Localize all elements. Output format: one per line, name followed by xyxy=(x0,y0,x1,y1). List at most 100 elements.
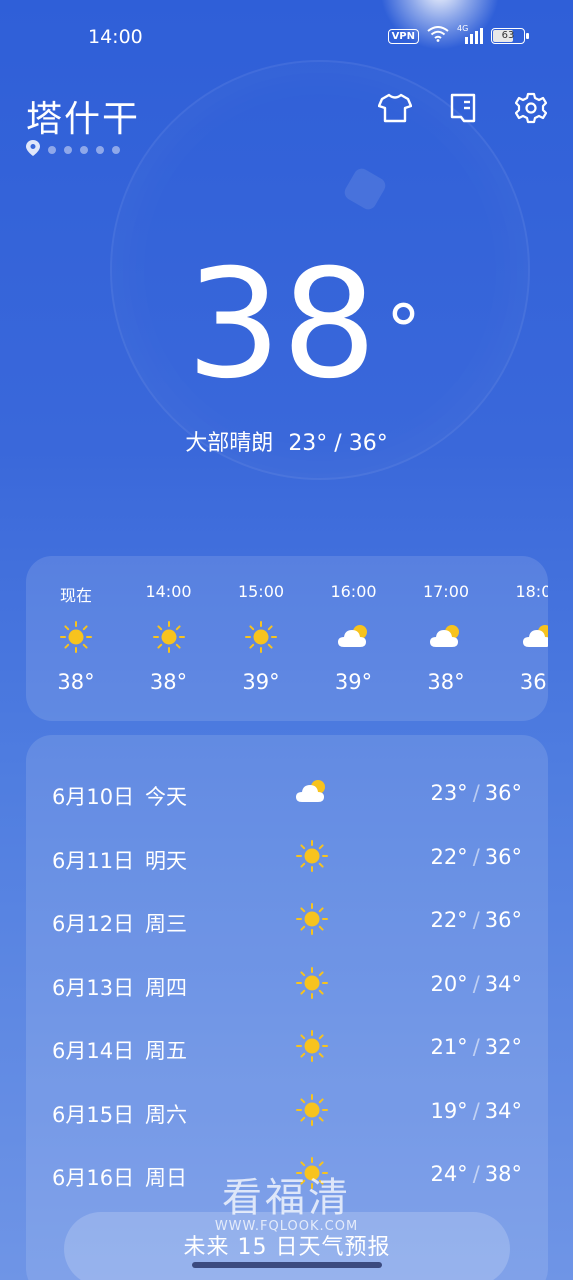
day-low: 23° xyxy=(430,781,468,805)
day-high: 34° xyxy=(484,971,522,996)
day-high: 36° xyxy=(484,908,522,932)
partly-cloudy-icon xyxy=(336,620,372,654)
status-time: 14:00 xyxy=(88,26,143,48)
day-low: 20° xyxy=(430,971,468,996)
temp-separator: / xyxy=(472,971,480,996)
status-bar: 14:00 VPN 4G 63 xyxy=(0,0,573,72)
day-name: 明天 xyxy=(145,848,187,873)
network-label: 4G xyxy=(457,24,469,33)
daily-row[interactable]: 6月12日 周三 22°/36° xyxy=(26,902,548,942)
daily-row[interactable]: 6月13日 周四 20°/34° xyxy=(26,966,548,1006)
day-date: 6月15日 xyxy=(52,1102,135,1127)
hour-label: 18:00 xyxy=(515,582,548,601)
hour-temp: 39° xyxy=(334,670,373,694)
day-temp-range: 20°/34° xyxy=(430,972,522,996)
temp-separator: / xyxy=(472,908,480,932)
sun-icon xyxy=(151,620,187,654)
sun-icon xyxy=(294,1093,330,1127)
city-name[interactable]: 塔什干 xyxy=(26,90,140,142)
day-high: 36° xyxy=(484,781,522,805)
day-name: 周五 xyxy=(145,1039,187,1063)
day-name: 周三 xyxy=(145,912,187,936)
battery-icon: 63 xyxy=(491,28,529,44)
header-actions xyxy=(375,90,551,130)
daily-row[interactable]: 6月11日 明天 22°/36° xyxy=(26,839,548,879)
sun-icon xyxy=(58,620,94,654)
gear-icon xyxy=(514,92,548,128)
partly-cloudy-icon xyxy=(521,620,548,654)
day-high: 34° xyxy=(484,1098,522,1123)
page-dot xyxy=(48,146,56,154)
notes-button[interactable] xyxy=(443,90,483,130)
degree-symbol: ° xyxy=(385,290,421,372)
day-low: 22° xyxy=(430,844,468,869)
day-date: 6月11日 xyxy=(52,848,135,873)
day-temp-range: 21°/32° xyxy=(430,1035,522,1059)
daily-row[interactable]: 6月10日 今天 23°/36° xyxy=(26,775,548,815)
hour-temp: 38° xyxy=(149,670,188,694)
temperature-value: 38 ° xyxy=(186,250,421,400)
dressing-index-button[interactable] xyxy=(375,90,415,130)
day-temp-range: 23°/36° xyxy=(430,781,522,805)
day-low: 22° xyxy=(430,908,468,932)
current-condition: 大部晴朗 23° / 36° xyxy=(0,425,573,457)
hour-label: 16:00 xyxy=(330,582,377,601)
day-date: 6月13日 xyxy=(52,975,135,1000)
temp-separator: / xyxy=(472,844,480,869)
sun-icon xyxy=(243,620,279,654)
temp-separator: / xyxy=(472,1098,480,1123)
page-dot xyxy=(80,146,88,154)
day-name: 周六 xyxy=(145,1102,187,1127)
day-temp-range: 22°/36° xyxy=(430,908,522,932)
forecast-15day-button[interactable]: 未来 15 日天气预报 xyxy=(64,1212,510,1280)
notes-icon xyxy=(449,92,477,128)
hour-label: 14:00 xyxy=(145,582,192,601)
vpn-badge: VPN xyxy=(387,28,419,44)
shirt-icon xyxy=(377,93,413,127)
sun-icon xyxy=(294,902,330,936)
home-indicator[interactable] xyxy=(192,1262,382,1268)
page-dot xyxy=(64,146,72,154)
sun-icon xyxy=(294,1029,330,1063)
hour-temp: 38° xyxy=(57,670,95,694)
location-pin-icon xyxy=(26,140,40,160)
day-low: 21° xyxy=(430,1035,468,1059)
hour-label: 15:00 xyxy=(237,582,285,601)
day-temp-range: 19°/34° xyxy=(430,1099,522,1123)
hour-temp: 38° xyxy=(427,670,465,694)
battery-level: 63 xyxy=(501,30,515,41)
page-indicator xyxy=(26,140,120,160)
condition-text: 大部晴朗 xyxy=(185,431,274,456)
day-name: 周四 xyxy=(145,975,187,1000)
today-range: 23° / 36° xyxy=(288,431,388,456)
day-date: 6月14日 xyxy=(52,1039,135,1063)
daily-row[interactable]: 6月14日 周五 21°/32° xyxy=(26,1029,548,1069)
hourly-forecast[interactable]: 现在 38° 14:00 38° 15:00 39° 16:00 39° 17:00 38° 18:… xyxy=(26,556,548,721)
hour-temp: 36° xyxy=(519,670,548,694)
day-date: 6月10日 xyxy=(52,785,135,809)
day-name: 今天 xyxy=(145,785,187,809)
status-icons: VPN 4G 63 xyxy=(387,24,529,46)
hour-label: 现在 xyxy=(59,586,92,605)
hour-temp: 39° xyxy=(242,670,280,694)
partly-cloudy-icon xyxy=(428,620,464,654)
page-dot xyxy=(112,146,120,154)
daily-row[interactable]: 6月15日 周六 19°/34° xyxy=(26,1093,548,1133)
hour-label: 17:00 xyxy=(422,582,470,601)
sun-icon xyxy=(294,966,330,1000)
wifi-icon xyxy=(427,26,449,46)
temp-separator: / xyxy=(472,781,480,805)
day-temp-range: 22°/36° xyxy=(430,845,522,869)
temp-separator: / xyxy=(472,1035,480,1059)
current-temperature: 38 ° xyxy=(0,250,573,400)
settings-button[interactable] xyxy=(511,90,551,130)
signal-icon: 4G xyxy=(457,24,483,44)
day-date: 6月12日 xyxy=(52,912,135,936)
day-high: 32° xyxy=(484,1035,522,1059)
day-high: 36° xyxy=(484,844,522,869)
page-dot xyxy=(96,146,104,154)
partly-cloudy-icon xyxy=(294,775,330,809)
day-low: 19° xyxy=(430,1098,468,1123)
temperature-number: 38 xyxy=(186,238,377,412)
sun-icon xyxy=(294,839,330,873)
